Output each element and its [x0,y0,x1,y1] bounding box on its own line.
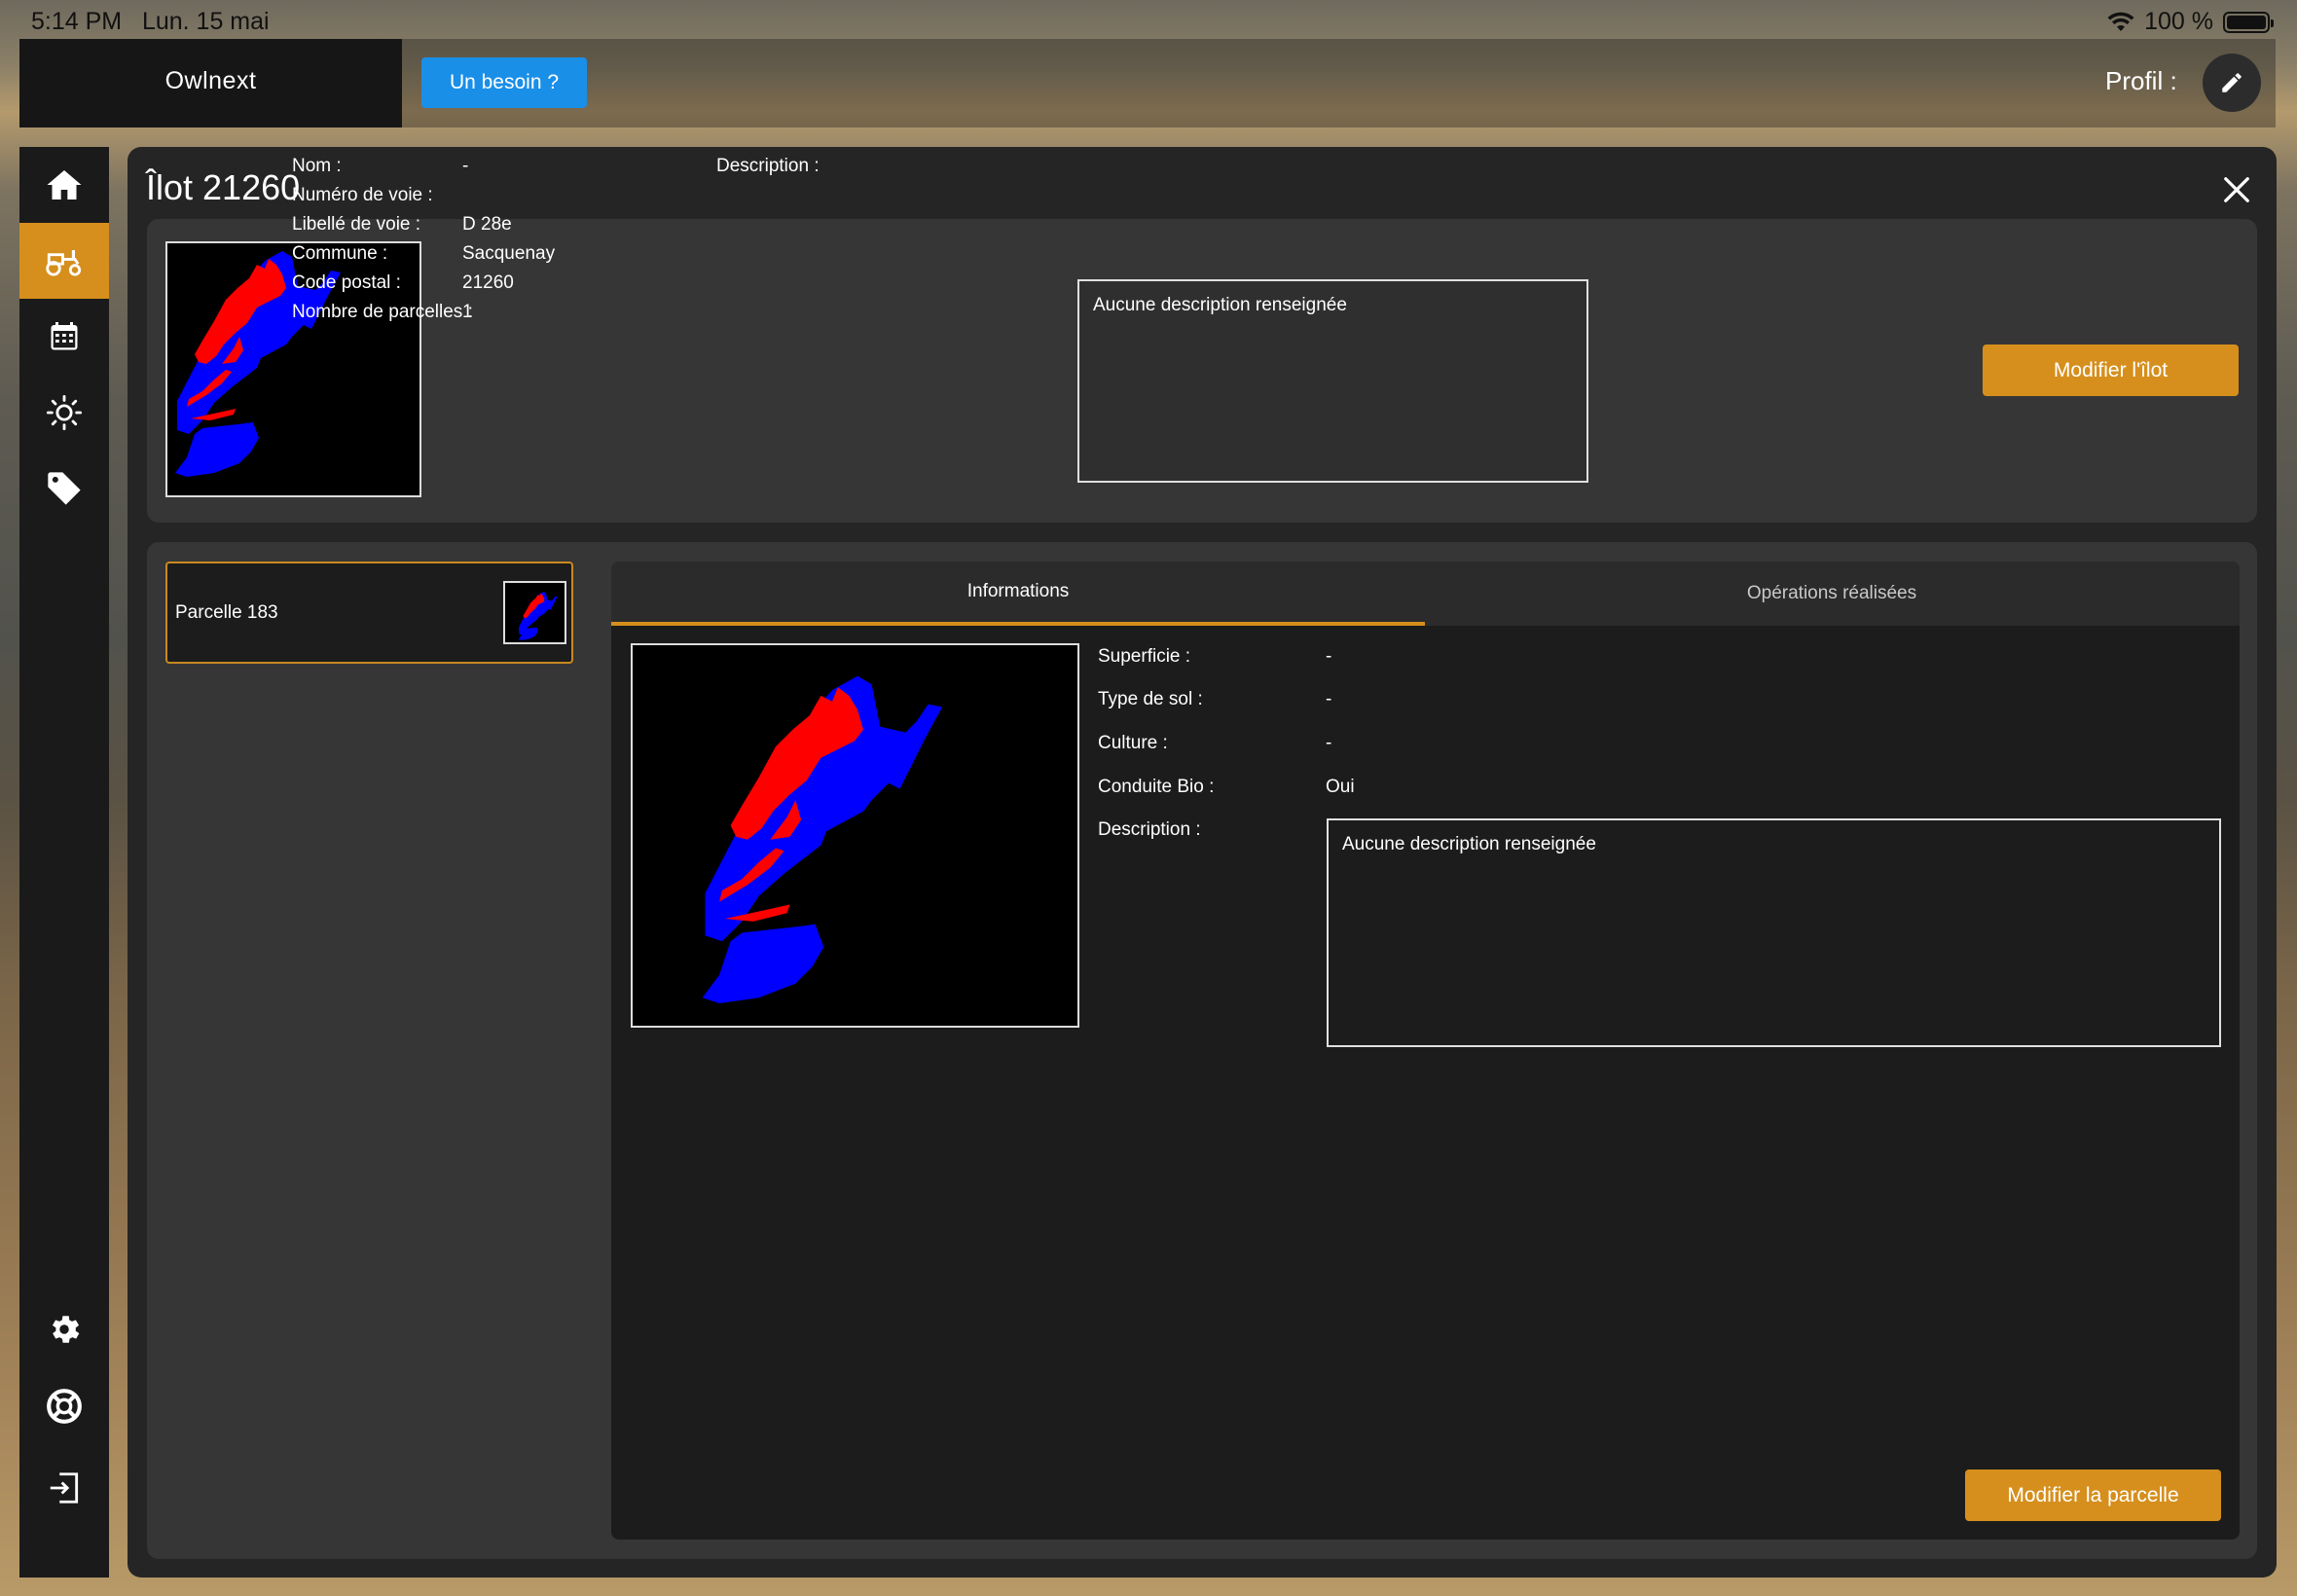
ilot-field-label: Numéro de voie : [292,185,433,205]
parcel-tabs: Informations Opérations réalisées [611,562,2240,626]
ilot-field-value: 1 [462,302,473,322]
parcel-description-box: Aucune description renseignée [1327,818,2221,1047]
parcel-field-map-graphic [702,675,943,1003]
home-icon [47,170,82,200]
parcel-field-value: - [1326,689,1332,709]
ilot-field-value: 21260 [462,272,514,293]
parcel-description-text: Aucune description renseignée [1342,834,1596,854]
nav-home[interactable] [19,147,109,223]
sun-icon [46,394,83,431]
ilot-field-value: Sacquenay [462,243,556,264]
close-button[interactable] [2217,170,2256,209]
ilot-field-label: Libellé de voie : [292,214,421,235]
nav-ilots[interactable] [19,223,109,299]
calendar-icon [51,322,78,350]
ilot-field-label: Nombre de parcelles : [292,302,473,322]
logout-icon [50,1472,79,1504]
tractor-icon [46,250,82,276]
nav-weather[interactable] [19,375,109,451]
pencil-icon [2222,73,2242,92]
parcel-field-value: - [1326,733,1332,753]
parcel-item-label: Parcelle 183 [175,602,278,623]
close-icon [2224,177,2249,202]
app-brand[interactable]: Owlnext [19,39,402,123]
parcel-list-item[interactable]: Parcelle 183 [165,562,573,664]
ilot-field-label: Code postal : [292,272,401,293]
parcel-field-value: - [1326,646,1332,667]
parcel-field-label: Type de sol : [1098,689,1203,709]
parcel-field-label: Conduite Bio : [1098,777,1215,797]
wifi-icon [2107,12,2134,31]
side-nav [19,147,109,1578]
battery-icon [2223,11,2274,33]
battery-percent: 100 % [2144,8,2213,35]
edit-profile-button[interactable] [2203,54,2261,112]
profile-label: Profil : [2105,66,2177,95]
status-date: Lun. 15 mai [141,8,270,35]
top-bar-background [402,39,2276,127]
tag-icon [48,472,81,505]
status-clock: 5:14 PM [31,8,123,35]
nav-support[interactable] [19,1368,109,1444]
ilot-description-label: Description : [716,156,820,176]
nav-logout[interactable] [19,1450,109,1526]
parcel-description-label: Description : [1098,819,1201,840]
need-help-button[interactable]: Un besoin ? [421,57,587,108]
status-time: 5:14 PM Lun. 15 mai [31,8,270,36]
ilot-field-value: - [462,156,469,176]
top-bar: Owlnext Un besoin ? Profil : [19,39,2276,127]
gear-icon [52,1316,80,1343]
brand-area: Owlnext [19,39,402,127]
ilot-field-value: D 28e [462,214,512,235]
ilot-description-text: Aucune description renseignée [1093,295,1347,315]
ilot-field-label: Commune : [292,243,388,264]
edit-parcel-button[interactable]: Modifier la parcelle [1965,1469,2221,1521]
ilot-field-label: Nom : [292,156,342,176]
page-title: Îlot 21260 [146,167,301,207]
nav-tags[interactable] [19,451,109,526]
tab-informations[interactable]: Informations [611,562,1425,626]
field-map-thumbnail [518,591,558,640]
lifebuoy-icon [47,1389,82,1424]
nav-calendar[interactable] [19,299,109,375]
ilot-description-box: Aucune description renseignée [1077,279,1588,483]
nav-settings[interactable] [19,1291,109,1367]
parcel-map-image [631,643,1079,1028]
edit-ilot-button[interactable]: Modifier l'îlot [1983,345,2239,396]
status-indicators: 100 % [2107,8,2274,36]
parcel-thumbnail [503,581,566,644]
parcel-field-label: Superficie : [1098,646,1191,667]
parcel-field-label: Culture : [1098,733,1168,753]
status-bar: 5:14 PM Lun. 15 mai 100 % [0,0,2297,39]
tab-operations[interactable]: Opérations réalisées [1425,562,2239,626]
parcel-field-value: Oui [1326,777,1355,797]
